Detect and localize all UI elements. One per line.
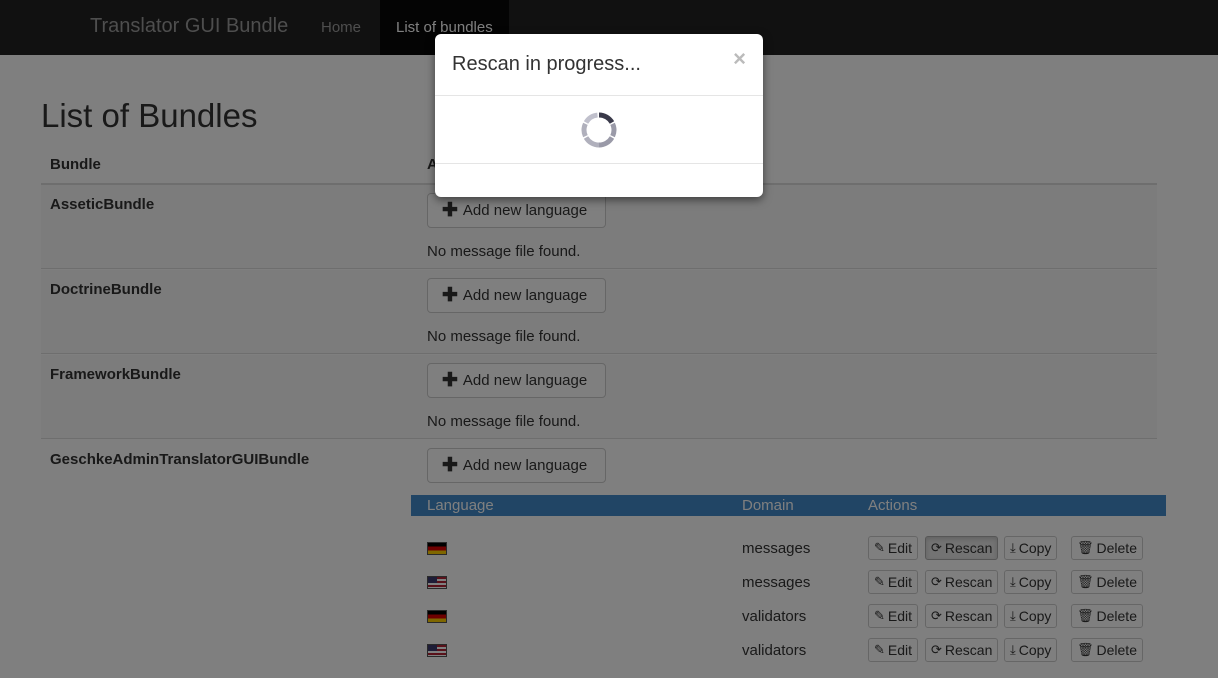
modal-footer-divider: [435, 163, 763, 164]
modal-header-divider: [435, 95, 763, 96]
rescan-modal: Rescan in progress... ×: [435, 34, 763, 197]
modal-title: Rescan in progress...: [452, 53, 641, 75]
loading-spinner-icon: [581, 112, 617, 148]
close-icon[interactable]: ×: [733, 46, 746, 72]
